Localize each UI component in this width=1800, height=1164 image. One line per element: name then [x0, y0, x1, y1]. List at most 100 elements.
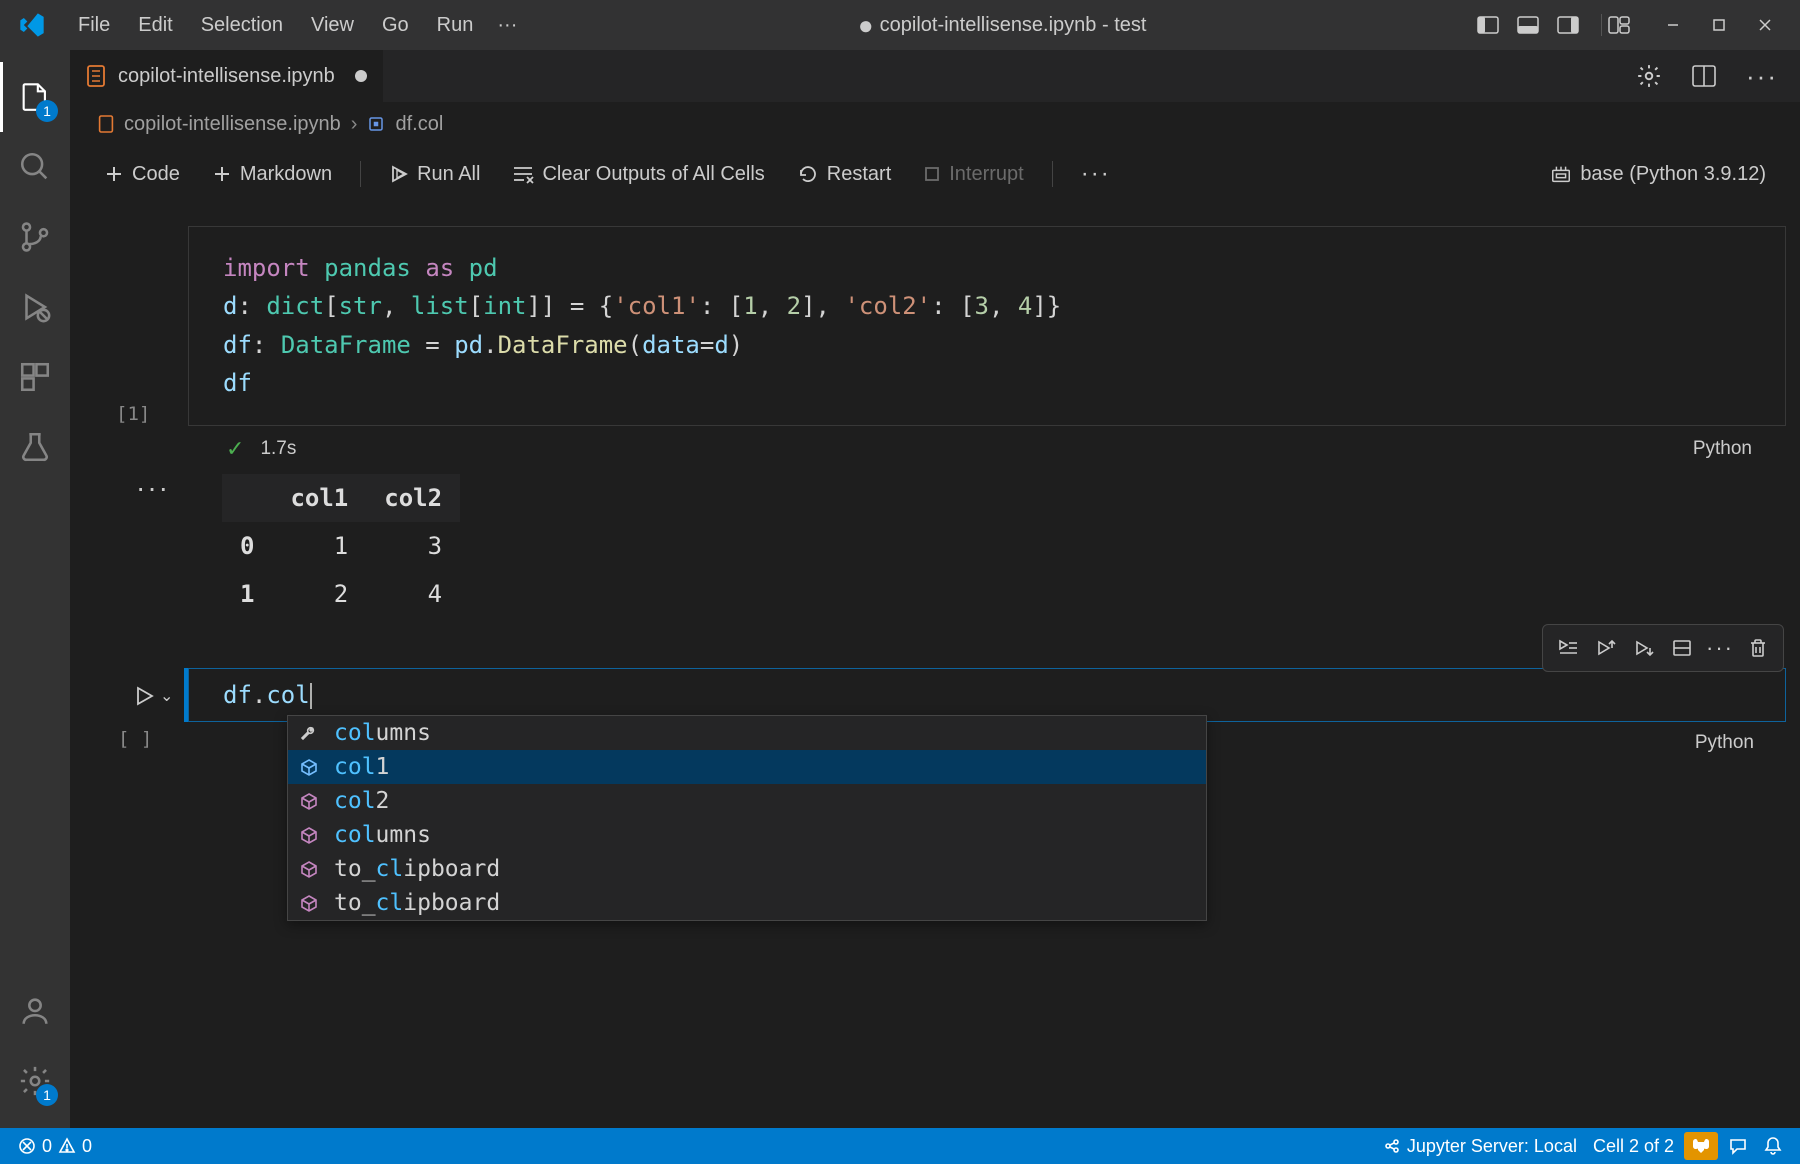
run-all-button[interactable]: Run All	[377, 157, 492, 192]
execute-below-icon[interactable]	[1627, 631, 1661, 665]
breadcrumb[interactable]: copilot-intellisense.ipynb › df.col	[70, 102, 1800, 146]
menu-bar: File Edit Selection View Go Run ···	[64, 8, 527, 43]
activity-settings-icon[interactable]: 1	[0, 1046, 70, 1116]
activity-explorer-icon[interactable]: 1	[0, 62, 70, 132]
cell-editor[interactable]: import pandas as pd d: dict[str, list[in…	[188, 226, 1786, 426]
interrupt-kernel-button: Interrupt	[911, 157, 1035, 192]
menu-selection[interactable]: Selection	[187, 8, 297, 43]
menu-view[interactable]: View	[297, 8, 368, 43]
clear-outputs-button[interactable]: Clear Outputs of All Cells	[500, 157, 776, 192]
status-bar: 0 0 Jupyter Server: Local Cell 2 of 2	[0, 1128, 1800, 1164]
minimize-icon[interactable]	[1650, 0, 1696, 50]
explorer-badge: 1	[36, 100, 58, 122]
suggest-item[interactable]: to_clipboard	[288, 886, 1206, 920]
code-cell-2: ··· ⌄ [ ] df.col columns	[188, 668, 1786, 764]
tab-actions: ···	[1632, 57, 1800, 96]
split-editor-icon[interactable]	[1688, 61, 1720, 91]
table-row: 0 1 3	[222, 522, 460, 570]
delete-cell-icon[interactable]	[1741, 631, 1775, 665]
add-code-cell-button[interactable]: Code	[92, 157, 192, 192]
code-cell-1: [1] import pandas as pd d: dict[str, lis…	[188, 226, 1786, 618]
suggest-item[interactable]: columns	[288, 818, 1206, 852]
cell-output: ··· col1 col2 0 1 3	[188, 474, 1786, 618]
cell-status-bar: ✓ 1.7s Python	[192, 426, 1782, 472]
activity-bar: 1 1	[0, 50, 70, 1128]
title-bar: File Edit Selection View Go Run ··· ●cop…	[0, 0, 1800, 50]
customize-layout-icon[interactable]	[1608, 16, 1646, 34]
menu-run[interactable]: Run	[423, 8, 488, 43]
cell-toolbar: ···	[1542, 624, 1784, 672]
settings-badge: 1	[36, 1084, 58, 1106]
activity-run-debug-icon[interactable]	[0, 272, 70, 342]
intellisense-popup[interactable]: columns col1 col2 columns	[287, 715, 1207, 921]
suggest-item[interactable]: to_clipboard	[288, 852, 1206, 886]
problems-button[interactable]: 0 0	[12, 1128, 98, 1164]
menu-edit[interactable]: Edit	[124, 8, 186, 43]
jupyter-server-button[interactable]: Jupyter Server: Local	[1377, 1128, 1583, 1164]
activity-search-icon[interactable]	[0, 132, 70, 202]
toolbar-more-icon[interactable]: ···	[1069, 154, 1123, 194]
notebook-body: [1] import pandas as pd d: dict[str, lis…	[70, 202, 1800, 1128]
cell-language[interactable]: Python	[1695, 732, 1766, 754]
vscode-logo-icon	[18, 11, 46, 39]
suggest-item[interactable]: col2	[288, 784, 1206, 818]
notebook-toolbar: Code Markdown Run All Clear Outputs of A…	[70, 146, 1800, 202]
tab-more-icon[interactable]: ···	[1742, 57, 1782, 96]
editor-area: copilot-intellisense.ipynb ··· copilot-i…	[70, 50, 1800, 1128]
notebook-variables-icon[interactable]	[1632, 59, 1666, 93]
maximize-icon[interactable]	[1696, 0, 1742, 50]
text-cursor-icon	[310, 683, 312, 709]
restart-kernel-button[interactable]: Restart	[785, 157, 903, 192]
exec-count: [ ]	[118, 728, 152, 750]
window-controls	[1650, 0, 1788, 50]
suggest-item[interactable]: columns	[288, 716, 1206, 750]
output-more-icon[interactable]: ···	[136, 472, 170, 504]
cell-position[interactable]: Cell 2 of 2	[1587, 1128, 1680, 1164]
activity-extensions-icon[interactable]	[0, 342, 70, 412]
notebook-icon	[98, 115, 114, 133]
cell-editor[interactable]: df.col columns col1 col2	[188, 668, 1786, 722]
notebook-icon	[86, 65, 106, 87]
breadcrumb-file[interactable]: copilot-intellisense.ipynb	[124, 113, 341, 136]
toggle-panel-icon[interactable]	[1517, 16, 1555, 34]
run-cell-button[interactable]: ⌄	[132, 684, 173, 708]
dirty-indicator-icon: ●	[858, 10, 874, 40]
window-title: ●copilot-intellisense.ipynb - test	[527, 10, 1477, 41]
add-markdown-cell-button[interactable]: Markdown	[200, 157, 344, 192]
split-cell-icon[interactable]	[1665, 631, 1699, 665]
toggle-primary-sidebar-icon[interactable]	[1477, 16, 1515, 34]
exec-count: [1]	[116, 403, 150, 425]
menu-go[interactable]: Go	[368, 8, 423, 43]
close-icon[interactable]	[1742, 0, 1788, 50]
feedback-icon[interactable]	[1722, 1128, 1754, 1164]
activity-source-control-icon[interactable]	[0, 202, 70, 272]
activity-accounts-icon[interactable]	[0, 976, 70, 1046]
cell-language[interactable]: Python	[1693, 438, 1762, 460]
copilot-status-icon[interactable]	[1684, 1132, 1718, 1160]
table-row: 1 2 4	[222, 570, 460, 618]
cube-icon	[298, 758, 320, 776]
layout-controls	[1477, 14, 1646, 36]
tab-notebook[interactable]: copilot-intellisense.ipynb	[70, 50, 383, 102]
success-icon: ✓	[226, 436, 244, 462]
cube-icon	[298, 894, 320, 912]
notifications-icon[interactable]	[1758, 1128, 1788, 1164]
tab-dirty-icon	[355, 70, 367, 82]
kernel-picker-button[interactable]: base (Python 3.9.12)	[1538, 157, 1778, 192]
cell-more-icon[interactable]: ···	[1703, 631, 1737, 665]
tab-label: copilot-intellisense.ipynb	[118, 65, 335, 88]
breadcrumb-symbol[interactable]: df.col	[395, 113, 443, 136]
menu-file[interactable]: File	[64, 8, 124, 43]
execute-above-icon[interactable]	[1589, 631, 1623, 665]
menu-overflow-icon[interactable]: ···	[487, 8, 527, 43]
exec-time: 1.7s	[260, 438, 296, 460]
suggest-item[interactable]: col1	[288, 750, 1206, 784]
cube-icon	[298, 860, 320, 878]
activity-testing-icon[interactable]	[0, 412, 70, 482]
toggle-secondary-sidebar-icon[interactable]	[1557, 16, 1595, 34]
tab-bar: copilot-intellisense.ipynb ···	[70, 50, 1800, 102]
run-by-line-icon[interactable]	[1551, 631, 1585, 665]
cube-icon	[298, 826, 320, 844]
cube-icon	[298, 792, 320, 810]
chevron-down-icon[interactable]: ⌄	[160, 686, 173, 706]
